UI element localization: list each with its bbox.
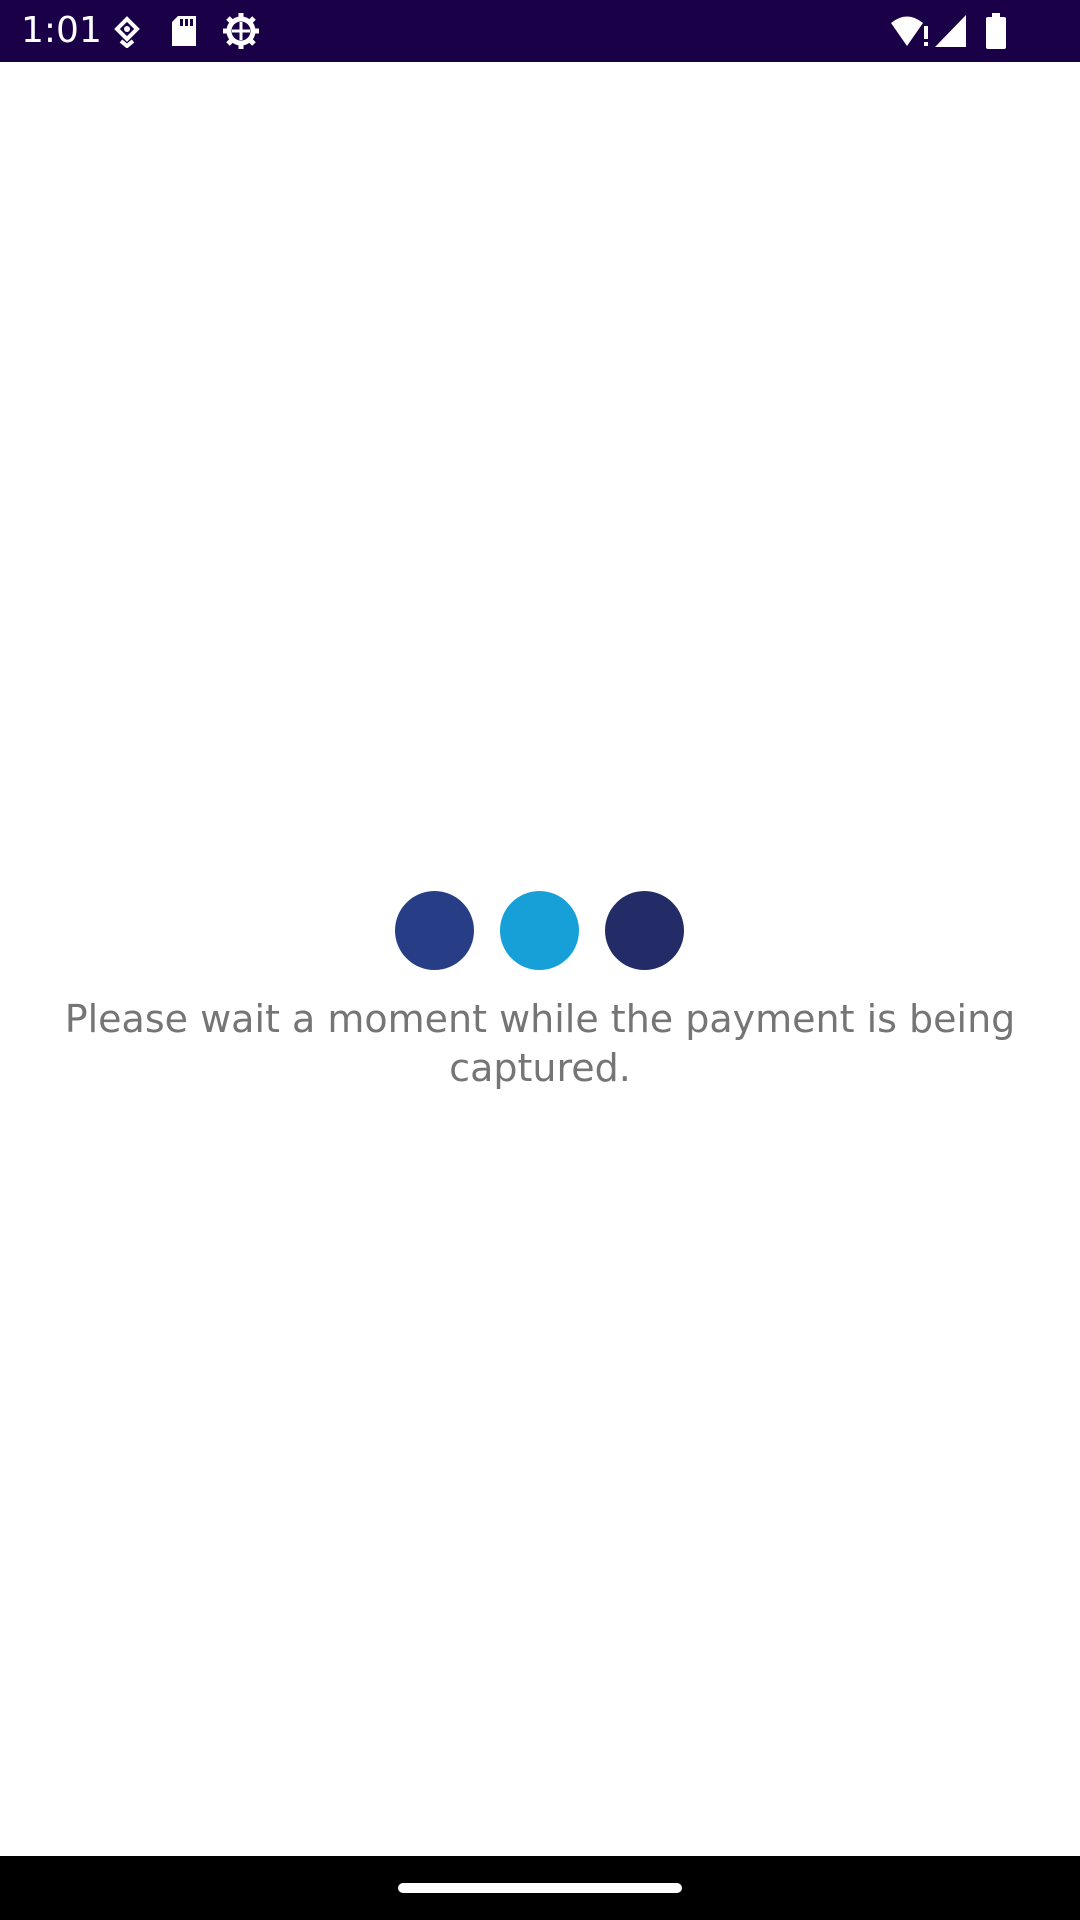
settings-gear-icon: [222, 12, 260, 50]
wifi-alert-icon: [890, 14, 930, 52]
loading-message: Please wait a moment while the payment i…: [64, 997, 1016, 1090]
loading-dots: [0, 891, 1080, 971]
loading-dot-3: [605, 891, 684, 970]
status-bar: 1:01: [0, 0, 1080, 62]
loading-dot-2: [500, 891, 579, 970]
status-time: 1:01: [21, 10, 102, 51]
sd-card-icon: [170, 14, 198, 52]
location-icon: [112, 16, 142, 54]
cellular-signal-icon: [934, 14, 968, 52]
home-gesture-handle[interactable]: [398, 1883, 682, 1893]
battery-icon: [985, 12, 1007, 50]
loading-screen: Please wait a moment while the payment i…: [0, 62, 1080, 1856]
loading-dot-1: [395, 891, 474, 970]
